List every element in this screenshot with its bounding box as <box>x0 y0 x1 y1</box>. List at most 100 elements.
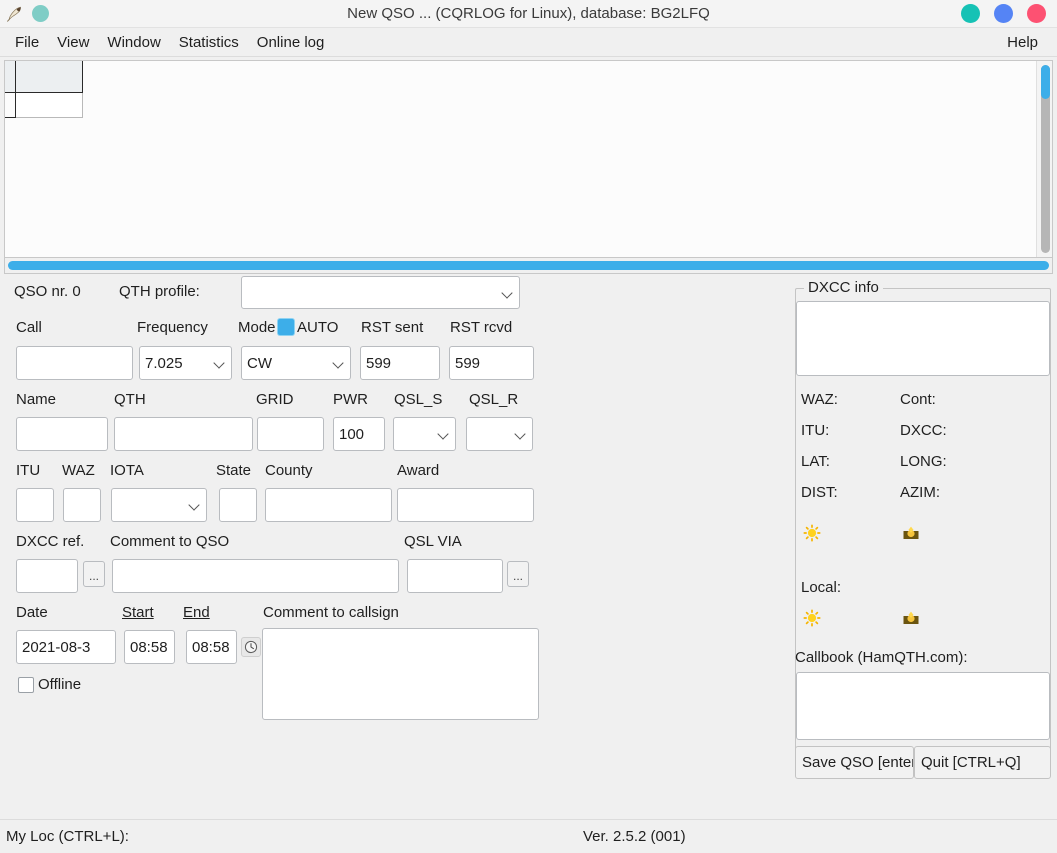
date-input[interactable]: 2021-08-3 <box>16 630 116 664</box>
qsl-via-input[interactable] <box>407 559 503 593</box>
start-label: Start <box>122 604 154 621</box>
state-label: State <box>216 462 252 479</box>
sun-icon <box>803 609 821 627</box>
title-bar-left-icons <box>0 5 49 23</box>
qsl-s-select[interactable] <box>393 417 456 451</box>
qso-number-label: QSO nr. 0 <box>14 283 81 300</box>
grid-corner-header <box>5 61 16 93</box>
dxcc-long-label: LONG: <box>900 453 947 470</box>
rst-rcvd-input[interactable]: 599 <box>449 346 534 380</box>
auto-checkbox[interactable] <box>278 319 294 335</box>
chevron-down-icon <box>438 428 450 440</box>
dxcc-dxcc-label: DXCC: <box>900 422 947 439</box>
menu-item-file[interactable]: File <box>10 32 48 53</box>
dxcc-info-pane: DXCC info WAZ: Cont: ITU: DXCC: LAT: LON… <box>790 274 1057 819</box>
frequency-label: Frequency <box>137 319 208 336</box>
iota-label: IOTA <box>110 462 144 479</box>
award-label: Award <box>397 462 440 479</box>
sunrise-icon <box>903 611 919 624</box>
name-input[interactable] <box>16 417 108 451</box>
rst-sent-input[interactable]: 599 <box>360 346 440 380</box>
dxcc-ref-input[interactable] <box>16 559 78 593</box>
clock-icon[interactable] <box>241 637 261 657</box>
start-time-input[interactable]: 08:58 <box>124 630 175 664</box>
end-label: End <box>183 604 210 621</box>
feather-icon <box>7 6 21 22</box>
waz-input[interactable] <box>63 488 101 522</box>
pwr-input[interactable]: 100 <box>333 417 385 451</box>
menu-item-help[interactable]: Help <box>998 32 1047 53</box>
qsl-r-select[interactable] <box>466 417 533 451</box>
local-label: Local: <box>801 579 842 596</box>
end-time-input[interactable]: 08:58 <box>186 630 237 664</box>
chevron-down-icon <box>214 357 226 369</box>
comment-qso-input[interactable] <box>112 559 399 593</box>
menu-item-statistics[interactable]: Statistics <box>170 32 248 53</box>
scrollbar-thumb-horizontal[interactable] <box>8 261 1049 270</box>
name-label: Name <box>16 391 57 408</box>
qth-profile-label: QTH profile: <box>119 283 200 300</box>
qth-input[interactable] <box>114 417 253 451</box>
itu-input[interactable] <box>16 488 54 522</box>
maximize-button[interactable] <box>994 4 1013 23</box>
call-label: Call <box>16 319 42 336</box>
log-grid-horizontal-scrollbar[interactable] <box>4 258 1053 274</box>
qsl-via-label: QSL VIA <box>404 533 462 550</box>
teal-circle-icon <box>32 5 49 22</box>
state-input[interactable] <box>219 488 257 522</box>
window-controls <box>961 4 1057 23</box>
comment-callsign-textarea[interactable] <box>262 628 539 720</box>
close-button[interactable] <box>1027 4 1046 23</box>
status-bar: My Loc (CTRL+L): Ver. 2.5.2 (001) <box>0 819 1057 853</box>
rst-rcvd-label: RST rcvd <box>450 319 513 336</box>
qso-entry-form: QSO nr. 0 QTH profile: Call Frequency Mo… <box>0 274 790 819</box>
mode-label: Mode <box>238 319 276 336</box>
menu-item-view[interactable]: View <box>48 32 98 53</box>
main-body: QSO nr. 0 QTH profile: Call Frequency Mo… <box>0 274 1057 819</box>
chevron-down-icon <box>515 428 527 440</box>
dxcc-cont-label: Cont: <box>900 391 936 408</box>
dxcc-ref-browse-button[interactable]: ... <box>83 561 105 587</box>
call-input[interactable] <box>16 346 133 380</box>
callbook-textarea[interactable] <box>796 672 1050 740</box>
grid-input[interactable] <box>257 417 324 451</box>
menu-item-online-log[interactable]: Online log <box>248 32 334 53</box>
mode-value: CW <box>247 354 272 372</box>
chevron-down-icon <box>502 287 514 299</box>
county-input[interactable] <box>265 488 392 522</box>
scrollbar-thumb[interactable] <box>1041 65 1050 99</box>
qso-log-grid[interactable] <box>4 60 1053 258</box>
sun-icon <box>803 524 821 542</box>
date-label: Date <box>16 604 48 621</box>
comment-qso-label: Comment to QSO <box>110 533 230 550</box>
pwr-label: PWR <box>333 391 368 408</box>
log-grid-vertical-scrollbar[interactable] <box>1036 61 1052 257</box>
dxcc-waz-label: WAZ: <box>801 391 838 408</box>
award-input[interactable] <box>397 488 534 522</box>
frequency-select[interactable]: 7.025 <box>139 346 232 380</box>
iota-select[interactable] <box>111 488 207 522</box>
dxcc-dist-label: DIST: <box>801 484 838 501</box>
auto-label: AUTO <box>297 319 339 336</box>
dxcc-info-textarea[interactable] <box>796 301 1050 376</box>
offline-label: Offline <box>38 676 82 693</box>
save-qso-button[interactable]: Save QSO [enter] <box>795 746 914 779</box>
qsl-r-label: QSL_R <box>469 391 519 408</box>
minimize-button[interactable] <box>961 4 980 23</box>
offline-checkbox[interactable] <box>18 677 34 693</box>
dxcc-lat-label: LAT: <box>801 453 830 470</box>
grid-cell[interactable] <box>16 93 83 118</box>
mode-select[interactable]: CW <box>241 346 351 380</box>
grid-column-header[interactable] <box>16 61 83 93</box>
comment-callsign-label: Comment to callsign <box>263 604 399 621</box>
quit-button[interactable]: Quit [CTRL+Q] <box>914 746 1051 779</box>
dxcc-azim-label: AZIM: <box>900 484 940 501</box>
qth-label: QTH <box>114 391 146 408</box>
menu-item-window[interactable]: Window <box>98 32 169 53</box>
qsl-via-browse-button[interactable]: ... <box>507 561 529 587</box>
grid-row-header[interactable] <box>5 93 16 118</box>
county-label: County <box>265 462 313 479</box>
frequency-value: 7.025 <box>145 354 183 372</box>
waz-label: WAZ <box>62 462 95 479</box>
qth-profile-select[interactable] <box>241 276 520 309</box>
